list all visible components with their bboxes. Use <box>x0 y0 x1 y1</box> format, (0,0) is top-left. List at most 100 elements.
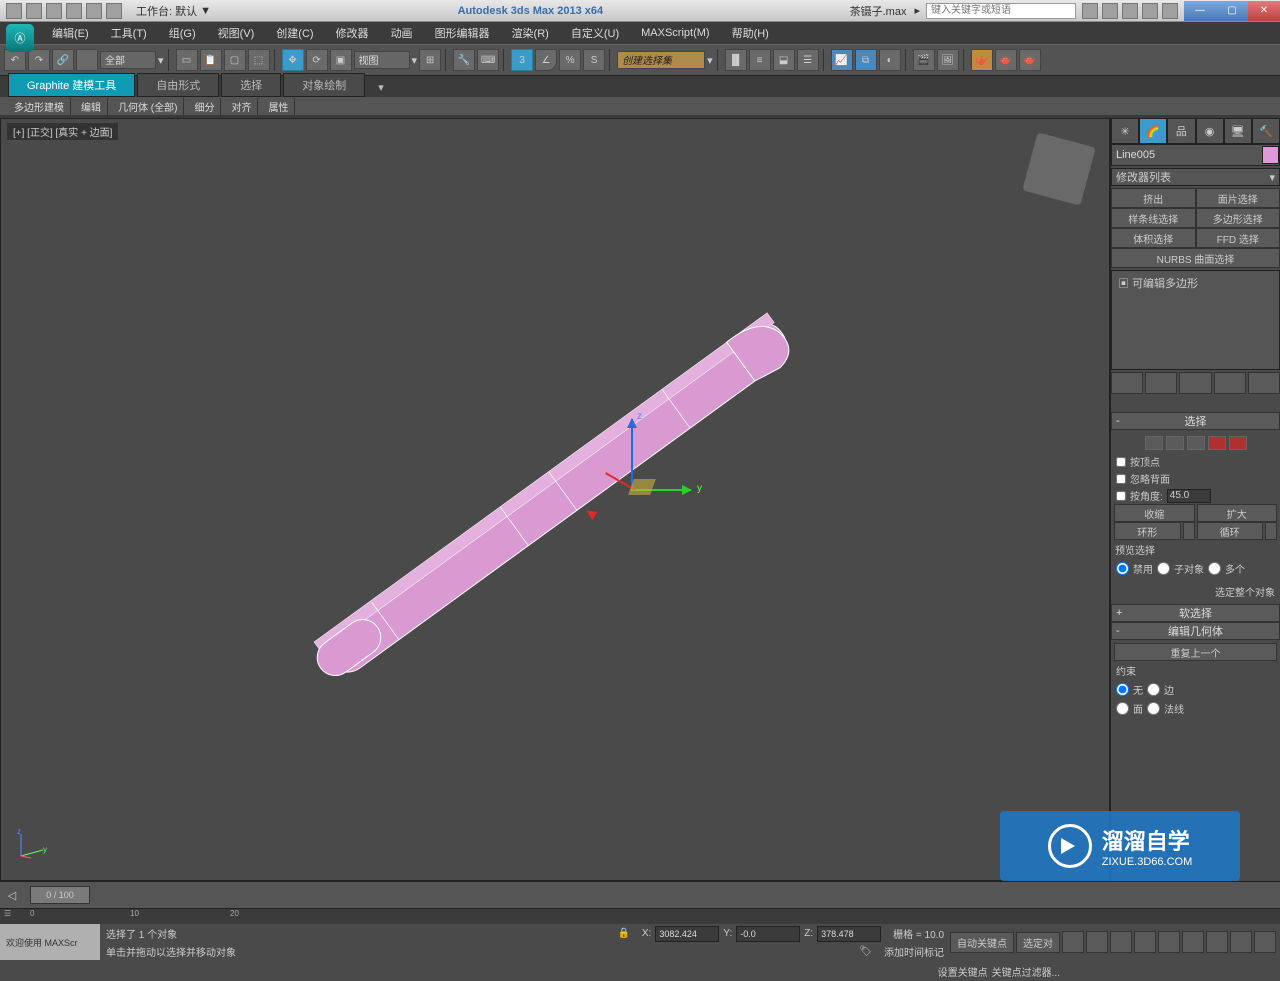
modbtn-nurbs[interactable]: NURBS 曲面选择 <box>1111 248 1280 268</box>
menu-help[interactable]: 帮助(H) <box>722 22 779 44</box>
transform-gizmo[interactable]: z y <box>561 419 701 559</box>
rendered-frame-button[interactable]: 🖼 <box>937 49 959 71</box>
ribbon-sub-edit[interactable]: 编辑 <box>75 98 108 115</box>
schematic-view-button[interactable]: ⧉ <box>855 49 877 71</box>
repeat-last-button[interactable]: 重复上一个 <box>1114 643 1277 661</box>
shrink-button[interactable]: 收缩 <box>1114 504 1195 522</box>
time-tag-icon[interactable]: 🏷 <box>859 946 872 957</box>
exchange-icon[interactable] <box>1102 3 1118 19</box>
ribbon-toggle-button[interactable]: ☰ <box>797 49 819 71</box>
preview-off-radio[interactable] <box>1116 562 1129 575</box>
select-object-button[interactable]: ▭ <box>176 49 198 71</box>
render-production-button[interactable]: 🫖 <box>971 49 993 71</box>
mirror-button[interactable]: ▐▌ <box>725 49 747 71</box>
select-and-move-button[interactable]: ✥ <box>282 49 304 71</box>
prev-frame-button[interactable] <box>1086 931 1108 953</box>
ribbon-tab-objectpaint[interactable]: 对象绘制 <box>283 73 365 97</box>
ribbon-tab-freeform[interactable]: 自由形式 <box>137 73 219 97</box>
subobj-border-icon[interactable] <box>1187 436 1205 450</box>
remove-modifier-icon[interactable] <box>1214 372 1246 394</box>
ribbon-sub-subdiv[interactable]: 细分 <box>188 98 221 115</box>
constraint-none-radio[interactable] <box>1116 683 1129 696</box>
goto-start-button[interactable] <box>1062 931 1084 953</box>
preview-multi-radio[interactable] <box>1208 562 1221 575</box>
modbtn-patchselect[interactable]: 面片选择 <box>1196 188 1280 208</box>
object-name-input[interactable] <box>1112 149 1262 161</box>
ring-button[interactable]: 环形 <box>1114 522 1181 540</box>
link-button[interactable]: 🔗 <box>52 49 74 71</box>
subobj-vertex-icon[interactable] <box>1145 436 1163 450</box>
menu-tools[interactable]: 工具(T) <box>101 22 157 44</box>
subobj-element-icon[interactable] <box>1229 436 1247 450</box>
lock-icon[interactable]: 🔒 <box>617 928 629 939</box>
subobj-polygon-icon[interactable] <box>1208 436 1226 450</box>
model-object[interactable] <box>161 169 921 889</box>
by-vertex-checkbox[interactable]: 按顶点 <box>1114 453 1277 470</box>
percent-snap-button[interactable]: % <box>559 49 581 71</box>
help-search-input[interactable] <box>926 3 1076 19</box>
select-and-rotate-button[interactable]: ⟳ <box>306 49 328 71</box>
open-icon[interactable] <box>26 3 42 19</box>
menu-edit[interactable]: 编辑(E) <box>42 22 99 44</box>
next-frame-button[interactable] <box>1134 931 1156 953</box>
zoom-icon[interactable] <box>1182 931 1204 953</box>
menu-maxscript[interactable]: MAXScript(M) <box>631 24 719 42</box>
rollout-selection-header[interactable]: -选择 <box>1111 412 1280 430</box>
utilities-tab-icon[interactable]: 🔨 <box>1252 118 1280 144</box>
loop-spinner[interactable] <box>1265 522 1277 540</box>
spinner-snap-button[interactable]: S <box>583 49 605 71</box>
modbtn-splineselect[interactable]: 样条线选择 <box>1111 208 1196 228</box>
modbtn-ffdselect[interactable]: FFD 选择 <box>1196 228 1280 248</box>
save-icon[interactable] <box>46 3 62 19</box>
constraint-face-radio[interactable] <box>1116 702 1129 715</box>
window-crossing-button[interactable]: ⬚ <box>248 49 270 71</box>
rollout-editgeometry-header[interactable]: -编辑几何体 <box>1111 622 1280 640</box>
ribbon-sub-align[interactable]: 对齐 <box>225 98 258 115</box>
menu-grapheditors[interactable]: 图形编辑器 <box>425 22 500 44</box>
angle-snap-button[interactable]: ∠ <box>535 49 557 71</box>
selection-dropdown[interactable]: 选定对 <box>1016 932 1060 953</box>
subobj-edge-icon[interactable] <box>1166 436 1184 450</box>
help-icon[interactable] <box>1162 3 1178 19</box>
zoom-all-icon[interactable] <box>1206 931 1228 953</box>
track-bar[interactable]: ☰ 0 10 20 <box>0 908 1280 924</box>
new-icon[interactable] <box>6 3 22 19</box>
setkey-button[interactable]: 设置关键点 <box>938 964 988 979</box>
constraint-normal-radio[interactable] <box>1147 702 1160 715</box>
keyfilter-button[interactable]: 关键点过滤器... <box>992 964 1060 979</box>
ribbon-tab-graphite[interactable]: Graphite 建模工具 <box>8 73 135 97</box>
favorites-icon[interactable] <box>1082 3 1098 19</box>
modbtn-volselect[interactable]: 体积选择 <box>1111 228 1196 248</box>
star-icon[interactable] <box>1122 3 1138 19</box>
render-iterative-button[interactable]: 🫖 <box>995 49 1017 71</box>
select-by-name-button[interactable]: 📋 <box>200 49 222 71</box>
add-time-tag-button[interactable]: 添加时间标记 <box>884 944 944 959</box>
modbtn-extrude[interactable]: 挤出 <box>1111 188 1196 208</box>
keyboard-shortcut-button[interactable]: ⌨ <box>477 49 499 71</box>
application-button[interactable]: Ⓐ <box>6 24 34 52</box>
ribbon-sub-polymodel[interactable]: 多边形建模 <box>8 98 71 115</box>
menu-rendering[interactable]: 渲染(R) <box>502 22 559 44</box>
snap-toggle-button[interactable]: 3 <box>511 49 533 71</box>
rollout-softselection-header[interactable]: +软选择 <box>1111 604 1280 622</box>
by-angle-spinner[interactable]: 45.0 <box>1167 489 1211 503</box>
dropdown-arrow-icon[interactable]: ▾ <box>158 54 164 67</box>
dropdown-arrow-icon[interactable]: ▾ <box>707 54 713 67</box>
rectangular-region-button[interactable]: ▢ <box>224 49 246 71</box>
pin-stack-icon[interactable] <box>1111 372 1143 394</box>
redo-icon[interactable] <box>86 3 102 19</box>
grow-button[interactable]: 扩大 <box>1197 504 1278 522</box>
viewport[interactable]: [+] [正交] [真实 + 边面] z y <box>0 118 1110 881</box>
menu-animation[interactable]: 动画 <box>381 22 423 44</box>
ribbon-sub-geometry[interactable]: 几何体 (全部) <box>112 98 184 115</box>
ref-coord-combo[interactable]: 视图 <box>354 51 410 69</box>
constraint-edge-radio[interactable] <box>1147 683 1160 696</box>
select-and-scale-button[interactable]: ▣ <box>330 49 352 71</box>
goto-end-button[interactable] <box>1158 931 1180 953</box>
trackbar-menu-icon[interactable]: ☰ <box>4 909 11 918</box>
make-unique-icon[interactable] <box>1179 372 1211 394</box>
named-selection-combo[interactable]: 创建选择集 <box>617 51 705 69</box>
undo-button[interactable]: ↶ <box>4 49 26 71</box>
workbench-label[interactable]: 工作台: 默认 <box>136 3 197 19</box>
modifier-list-dropdown[interactable]: 修改器列表▾ <box>1111 168 1280 186</box>
